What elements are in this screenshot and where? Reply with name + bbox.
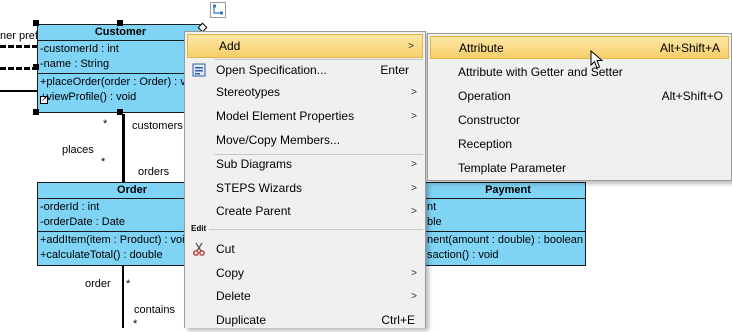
link-indicator-icon[interactable]: ↗: [40, 96, 48, 104]
menu-item-label: Sub Diagrams: [216, 157, 293, 171]
multiplicity-label: *: [101, 156, 106, 168]
multiplicity-label: *: [133, 318, 138, 330]
add-submenu: Attribute Alt+Shift+A Attribute with Get…: [427, 33, 732, 181]
submenu-item-attribute[interactable]: Attribute Alt+Shift+A: [430, 36, 729, 59]
menu-item-shortcut: Ctrl+E: [381, 313, 415, 327]
resize-handle[interactable]: [117, 109, 123, 115]
menu-item-create-parent[interactable]: Create Parent >: [185, 199, 425, 223]
mouse-cursor-icon: [590, 49, 604, 73]
operation-compartment[interactable]: +placeOrder(order : Order) : v +viewProf…: [38, 74, 203, 106]
menu-item-shortcut: Alt+Shift+O: [661, 89, 723, 103]
operation-row[interactable]: +placeOrder(order : Order) : v: [40, 75, 201, 90]
submenu-arrow-icon: >: [411, 182, 417, 194]
menu-item-label: Move/Copy Members...: [216, 133, 341, 147]
menu-item-label: Attribute: [459, 40, 504, 55]
submenu-arrow-icon: >: [408, 40, 414, 52]
multiplicity-label: *: [126, 278, 131, 290]
menu-item-shortcut: Enter: [380, 63, 409, 77]
specification-icon: [191, 62, 207, 78]
menu-item-label: Operation: [458, 89, 511, 103]
menu-item-label: Cut: [216, 242, 235, 256]
menu-item-move-copy-members[interactable]: Move/Copy Members...: [185, 128, 425, 152]
resize-handle[interactable]: [117, 20, 123, 26]
menu-item-duplicate[interactable]: Duplicate Ctrl+E: [185, 308, 425, 332]
resize-handle[interactable]: [33, 109, 39, 115]
menu-item-label: Template Parameter: [458, 161, 567, 175]
menu-item-copy[interactable]: Copy >: [185, 261, 425, 285]
menu-item-label: Stereotypes: [216, 85, 281, 99]
menu-item-shortcut: Alt+Shift+A: [659, 40, 720, 55]
association-line-order-item[interactable]: [122, 266, 124, 328]
attribute-row[interactable]: nt: [427, 200, 583, 215]
submenu-arrow-icon: >: [411, 290, 417, 302]
menu-item-model-element-properties[interactable]: Model Element Properties >: [185, 104, 425, 128]
resize-handle[interactable]: [33, 64, 39, 70]
dependency-line[interactable]: [0, 45, 38, 48]
scissors-icon: [191, 241, 207, 257]
attribute-row[interactable]: ble: [427, 215, 583, 230]
association-line-customer-order[interactable]: [122, 114, 125, 182]
menu-item-label: STEPS Wizards: [216, 181, 303, 195]
quick-action-icon[interactable]: [210, 2, 226, 18]
menu-item-open-specification[interactable]: Open Specification... Enter: [185, 58, 425, 82]
menu-item-label: Add: [219, 39, 241, 53]
operation-row[interactable]: +viewProfile() : void: [40, 90, 201, 105]
submenu-item-reception[interactable]: Reception: [428, 132, 731, 156]
class-customer[interactable]: Customer -customerId : int -name : Strin…: [37, 24, 204, 113]
menu-item-delete[interactable]: Delete >: [185, 284, 425, 308]
menu-item-sub-diagrams[interactable]: Sub Diagrams >: [185, 152, 425, 176]
operation-row[interactable]: nent(amount : double) : boolean: [427, 233, 583, 248]
submenu-item-operation[interactable]: Operation Alt+Shift+O: [428, 84, 731, 108]
submenu-item-constructor[interactable]: Constructor: [428, 108, 731, 132]
submenu-arrow-icon: >: [411, 158, 417, 170]
submenu-arrow-icon: >: [411, 205, 417, 217]
menu-item-label: Reception: [458, 137, 513, 151]
resize-handle[interactable]: [33, 20, 39, 26]
role-label-customers: customers: [132, 120, 183, 132]
menu-item-label: Model Element Properties: [216, 109, 355, 123]
menu-item-stereotypes[interactable]: Stereotypes >: [185, 80, 425, 104]
menu-item-label: Copy: [216, 266, 245, 280]
context-menu: Add > Open Specification... Enter Stereo…: [184, 31, 426, 328]
class-name: Customer: [38, 25, 203, 41]
menu-item-label: Constructor: [458, 113, 521, 127]
menu-item-add[interactable]: Add >: [187, 34, 423, 58]
menu-item-cut[interactable]: Cut: [185, 237, 425, 261]
menu-section-edit: Edit: [189, 224, 209, 233]
operation-row[interactable]: saction() : void: [427, 248, 583, 263]
role-label-orders: orders: [138, 166, 170, 178]
submenu-item-template-parameter[interactable]: Template Parameter: [428, 156, 731, 180]
attribute-compartment[interactable]: -customerId : int -name : String: [38, 41, 203, 74]
menu-item-label: Delete: [216, 289, 251, 303]
attribute-row[interactable]: -customerId : int: [40, 42, 201, 57]
menu-item-label: Duplicate: [216, 313, 267, 327]
submenu-arrow-icon: >: [411, 110, 417, 122]
menu-separator: [209, 229, 423, 230]
menu-item-label: Create Parent: [216, 204, 291, 218]
submenu-arrow-icon: >: [411, 267, 417, 279]
submenu-arrow-icon: >: [411, 86, 417, 98]
submenu-item-attribute-with-getter-setter[interactable]: Attribute with Getter and Setter: [428, 60, 731, 84]
menu-item-steps-wizards[interactable]: STEPS Wizards >: [185, 176, 425, 200]
association-line[interactable]: [0, 90, 38, 92]
role-label-order: order: [85, 278, 111, 290]
association-label-contains: contains: [134, 304, 175, 316]
attribute-row[interactable]: -name : String: [40, 57, 201, 72]
menu-item-label: Open Specification...: [216, 63, 327, 77]
association-label-places: places: [62, 144, 94, 156]
multiplicity-label: *: [103, 118, 108, 130]
